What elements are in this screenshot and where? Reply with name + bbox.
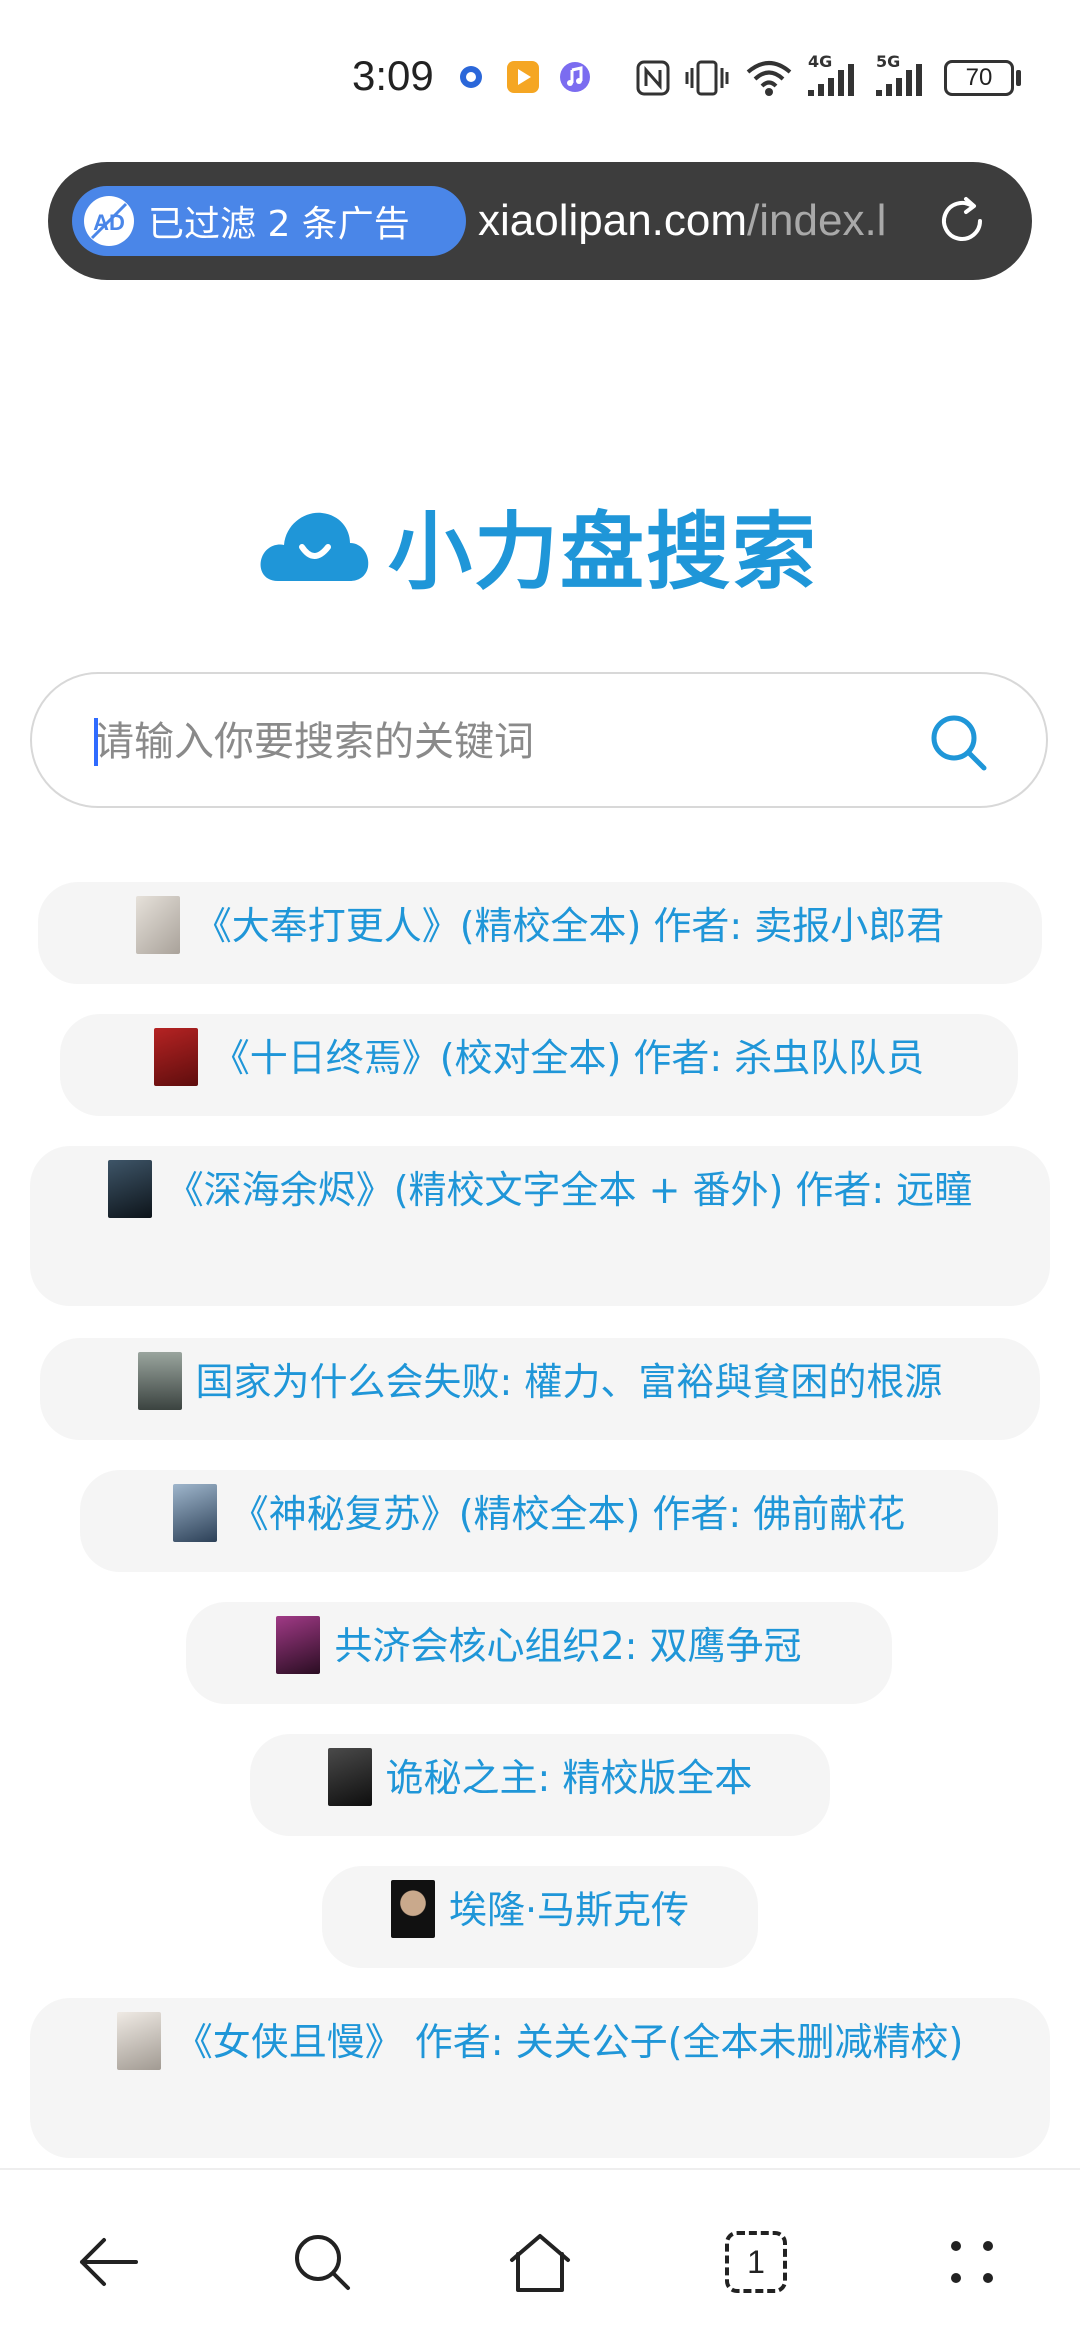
more-button[interactable] bbox=[932, 2222, 1012, 2302]
notification-dot-icon bbox=[460, 66, 482, 88]
book-title: 诡秘之主: 精校版全本 bbox=[385, 1756, 753, 1800]
bottom-nav: 1 bbox=[0, 2168, 1080, 2342]
book-cover-image bbox=[390, 1880, 435, 1938]
reload-icon[interactable] bbox=[932, 191, 992, 251]
book-cover-image bbox=[276, 1616, 321, 1674]
book-item-1[interactable]: 《十日终焉》(校对全本) 作者: 杀虫队队员 bbox=[60, 1014, 1018, 1116]
address-bar[interactable]: AD 已过滤 2 条广告 xiaolipan.com/index.l bbox=[48, 162, 1032, 280]
book-title: 《十日终焉》(校对全本) 作者: 杀虫队队员 bbox=[211, 1036, 925, 1080]
book-cover-image bbox=[135, 896, 180, 954]
more-icon bbox=[951, 2241, 993, 2283]
video-app-icon bbox=[507, 61, 539, 93]
home-button[interactable] bbox=[500, 2222, 580, 2302]
wifi-icon bbox=[746, 61, 792, 96]
music-app-icon bbox=[560, 62, 590, 92]
url-domain: xiaolipan.com bbox=[478, 196, 748, 245]
book-item-6[interactable]: 诡秘之主: 精校版全本 bbox=[250, 1734, 830, 1836]
cloud-logo-icon bbox=[260, 512, 369, 581]
status-time: 3:09 bbox=[352, 52, 434, 99]
nfc-icon bbox=[636, 60, 670, 96]
search-icon bbox=[295, 2235, 350, 2290]
home-icon bbox=[510, 2234, 570, 2292]
battery-tip bbox=[1016, 70, 1021, 86]
book-item-0[interactable]: 《大奉打更人》(精校全本) 作者: 卖报小郎君 bbox=[38, 882, 1042, 984]
book-title: 《神秘复苏》(精校全本) 作者: 佛前献花 bbox=[230, 1492, 906, 1536]
back-button[interactable] bbox=[68, 2222, 148, 2302]
book-title: 《女侠且慢》 作者: 关关公子(全本未删减精校) bbox=[174, 2020, 964, 2064]
ad-block-icon: AD bbox=[84, 196, 134, 246]
book-title: 国家为什么会失败: 權力、富裕與貧困的根源 bbox=[195, 1360, 943, 1404]
book-title: 埃隆·马斯克传 bbox=[448, 1888, 690, 1932]
ad-filter-badge[interactable]: AD 已过滤 2 条广告 bbox=[72, 186, 466, 256]
search-input[interactable] bbox=[92, 704, 916, 780]
url-path: /index.l bbox=[747, 196, 887, 245]
book-item-8[interactable]: 《女侠且慢》 作者: 关关公子(全本未删减精校) bbox=[30, 1998, 1050, 2158]
search-icon[interactable] bbox=[926, 710, 990, 774]
tabs-button[interactable]: 1 bbox=[716, 2222, 796, 2302]
signal-4g-icon bbox=[808, 64, 854, 96]
book-title: 共济会核心组织2: 双鹰争冠 bbox=[334, 1624, 802, 1668]
book-item-4[interactable]: 《神秘复苏》(精校全本) 作者: 佛前献花 bbox=[80, 1470, 998, 1572]
battery-icon: 70 bbox=[944, 60, 1014, 96]
tab-count: 1 bbox=[747, 2243, 765, 2280]
book-cover-image bbox=[107, 1160, 152, 1218]
search-nav-button[interactable] bbox=[282, 2222, 362, 2302]
logo-text: 小力盘搜索 bbox=[388, 502, 819, 601]
battery-level: 70 bbox=[965, 64, 993, 91]
book-item-3[interactable]: 国家为什么会失败: 權力、富裕與貧困的根源 bbox=[40, 1338, 1040, 1440]
status-bar: 3:09 4G 5G 70 bbox=[0, 0, 1080, 150]
book-title: 《大奉打更人》(精校全本) 作者: 卖报小郎君 bbox=[193, 904, 945, 948]
back-icon bbox=[80, 2238, 138, 2286]
site-logo: 小力盘搜索 bbox=[258, 490, 818, 601]
tabs-icon: 1 bbox=[725, 2231, 787, 2293]
book-cover-image bbox=[116, 2012, 161, 2070]
url-text[interactable]: xiaolipan.com/index.l bbox=[478, 188, 948, 254]
vibrate-icon bbox=[685, 60, 729, 96]
ad-filter-label: 已过滤 2 条广告 bbox=[148, 204, 410, 245]
text-cursor bbox=[94, 718, 98, 766]
search-box[interactable] bbox=[30, 672, 1048, 808]
signal-5g-icon bbox=[876, 64, 922, 96]
book-item-7[interactable]: 埃隆·马斯克传 bbox=[322, 1866, 758, 1968]
book-cover-image bbox=[153, 1028, 198, 1086]
book-cover-image bbox=[137, 1352, 182, 1410]
book-cover-image bbox=[172, 1484, 217, 1542]
book-cover-image bbox=[327, 1748, 372, 1806]
book-title: 《深海余烬》(精校文字全本 + 番外) 作者: 远瞳 bbox=[165, 1168, 973, 1212]
book-item-2[interactable]: 《深海余烬》(精校文字全本 + 番外) 作者: 远瞳 bbox=[30, 1146, 1050, 1306]
book-item-5[interactable]: 共济会核心组织2: 双鹰争冠 bbox=[186, 1602, 892, 1704]
